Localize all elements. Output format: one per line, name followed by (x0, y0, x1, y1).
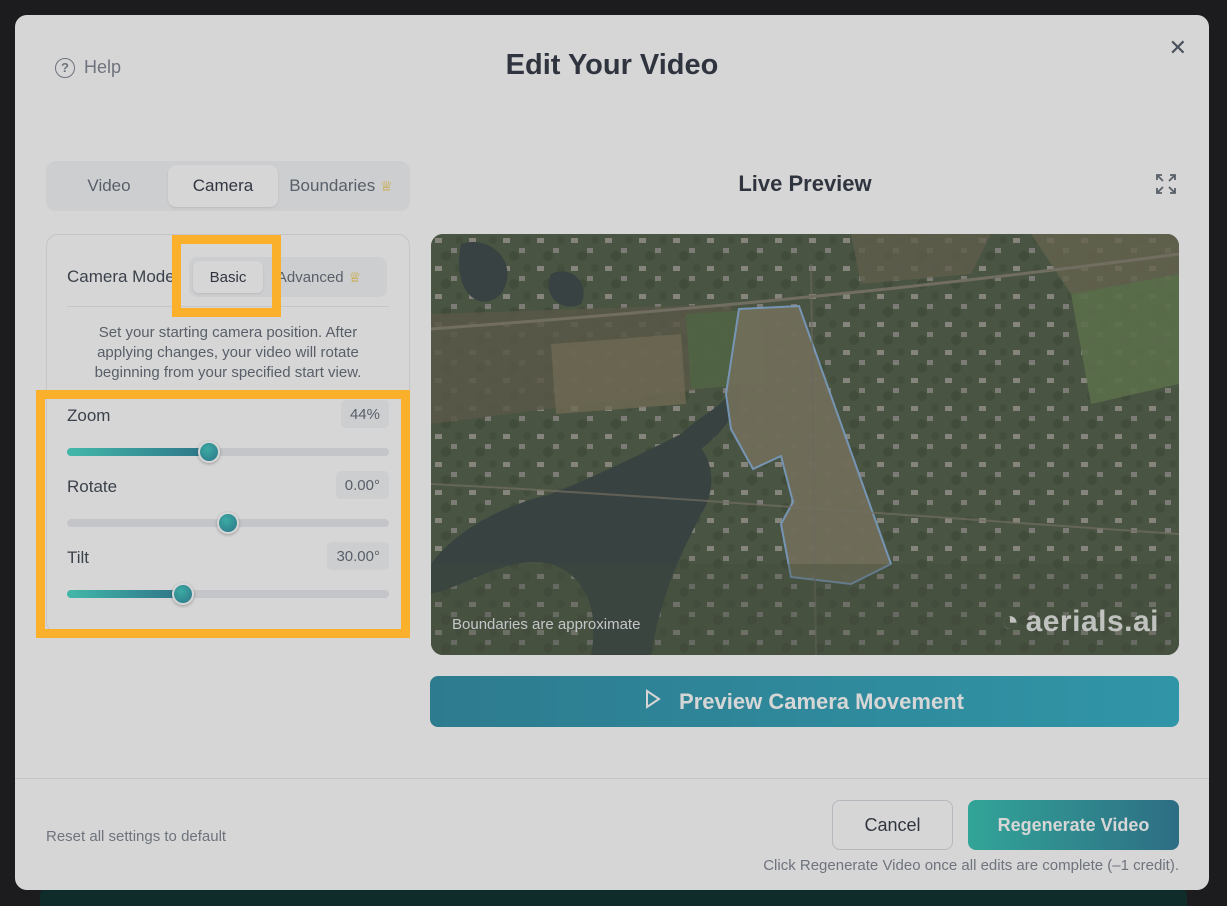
regenerate-hint: Click Regenerate Video once all edits ar… (763, 857, 1179, 874)
cancel-label: Cancel (864, 814, 921, 835)
zoom-slider-thumb[interactable] (197, 441, 220, 463)
camera-mode-label: Camera Mode (67, 267, 175, 286)
aerial-map-preview[interactable]: Boundaries are approximate ◔ aerials.ai (431, 234, 1179, 655)
rotate-slider-thumb[interactable] (217, 512, 239, 534)
zoom-slider-fill (67, 448, 209, 456)
live-preview-title: Live Preview (738, 171, 872, 196)
zoom-slider[interactable] (67, 441, 389, 463)
zoom-value: 44% (340, 400, 389, 428)
close-icon[interactable]: ✕ (1169, 35, 1187, 61)
footer-divider (15, 778, 1209, 779)
mode-basic-label: Basic (209, 268, 247, 286)
tilt-slider-group: Tilt 30.00° (67, 542, 389, 612)
tab-video[interactable]: Video (50, 165, 168, 207)
tab-boundaries[interactable]: Boundaries ♕ (278, 165, 404, 207)
tab-video-label: Video (87, 176, 131, 195)
camera-description: Set your starting camera position. After… (94, 324, 362, 381)
aerials-watermark: ◔ aerials.ai (1001, 605, 1159, 639)
regenerate-label: Regenerate Video (997, 814, 1150, 835)
boundaries-note: Boundaries are approximate (452, 616, 641, 633)
regenerate-video-button[interactable]: Regenerate Video (968, 800, 1179, 850)
tab-camera[interactable]: Camera (168, 165, 278, 207)
watermark-text: aerials.ai (1025, 605, 1159, 638)
crown-icon: ♕ (380, 177, 393, 194)
tilt-slider[interactable] (67, 583, 389, 605)
mode-basic-button[interactable]: Basic (193, 261, 263, 293)
tab-camera-label: Camera (192, 176, 254, 195)
divider (67, 306, 389, 307)
preview-camera-movement-button[interactable]: Preview Camera Movement (430, 676, 1179, 727)
rotate-label: Rotate (67, 477, 118, 496)
camera-mode-row: Camera Mode Basic Advanced ♕ (67, 257, 389, 297)
crown-icon: ♕ (348, 268, 362, 285)
tilt-label: Tilt (67, 548, 90, 567)
zoom-label: Zoom (67, 406, 111, 425)
play-icon (645, 688, 661, 715)
tilt-value: 30.00° (327, 542, 389, 570)
tab-bar: Video Camera Boundaries ♕ (46, 161, 410, 211)
camera-settings-panel: Camera Mode Basic Advanced ♕ Set your st… (46, 234, 410, 634)
rotate-value: 0.00° (335, 471, 389, 499)
zoom-slider-group: Zoom 44% (67, 400, 389, 470)
edit-video-modal: ? Help Edit Your Video ✕ Video Camera Bo… (15, 15, 1209, 890)
aerials-logo-icon: ◔ (1000, 605, 1020, 638)
tilt-slider-thumb[interactable] (171, 583, 194, 605)
modal-title: Edit Your Video (505, 49, 719, 81)
mode-advanced-label: Advanced (276, 268, 344, 286)
mode-advanced-button[interactable]: Advanced ♕ (263, 261, 375, 293)
fullscreen-icon[interactable] (1155, 173, 1177, 195)
cancel-button[interactable]: Cancel (832, 800, 953, 850)
rotate-slider-group: Rotate 0.00° (67, 471, 389, 541)
rotate-slider[interactable] (67, 512, 389, 534)
reset-defaults-link[interactable]: Reset all settings to default (46, 828, 226, 845)
camera-mode-toggle: Basic Advanced ♕ (189, 257, 387, 297)
tilt-slider-fill (67, 590, 183, 598)
tab-boundaries-label: Boundaries (289, 176, 376, 195)
preview-button-label: Preview Camera Movement (679, 688, 964, 714)
